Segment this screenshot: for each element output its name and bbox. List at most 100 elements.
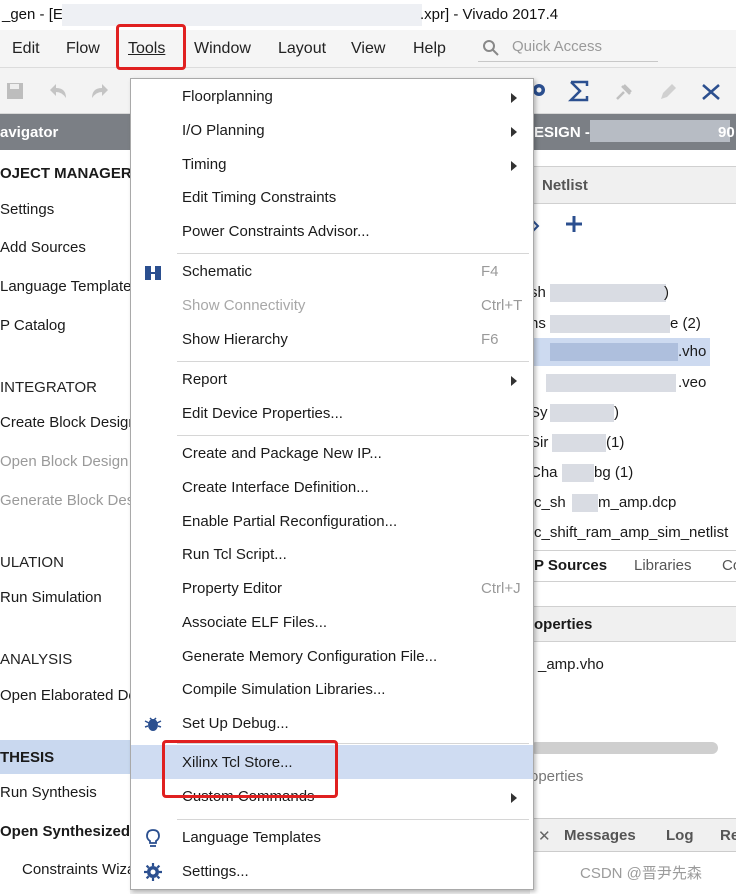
pencil-icon[interactable] <box>658 82 678 102</box>
menu-flow[interactable]: Flow <box>66 40 100 58</box>
nav-item-settings[interactable]: Settings <box>0 201 54 218</box>
menu-edit[interactable]: Edit <box>12 40 40 58</box>
tree-item-6-start[interactable]: Cha <box>530 464 558 481</box>
menu-item-show-connectivity[interactable]: Show Connectivity <box>182 297 305 314</box>
nav-item-run-simulation[interactable]: Run Simulation <box>0 589 102 606</box>
tree-item-selected-redacted <box>550 343 678 361</box>
nav-item-open-block-design[interactable]: Open Block Design <box>0 453 128 470</box>
menu-item-compile-simulation-libraries[interactable]: Compile Simulation Libraries... <box>182 681 385 698</box>
menu-item-edit-timing-constraints[interactable]: Edit Timing Constraints <box>182 189 336 206</box>
menu-window[interactable]: Window <box>194 40 251 58</box>
nav-item-language-templates[interactable]: Language Templates <box>0 278 139 295</box>
menu-view[interactable]: View <box>351 40 385 58</box>
tree-item-6-redacted <box>562 464 594 482</box>
flow-navigator: OJECT MANAGER Settings Add Sources Langu… <box>0 150 184 894</box>
menu-item-property-editor[interactable]: Property Editor <box>182 580 282 597</box>
tab-log[interactable]: Log <box>666 827 694 844</box>
tree-item-7-redacted <box>572 494 598 512</box>
add-icon[interactable] <box>564 214 584 234</box>
tab-messages[interactable]: Messages <box>564 827 636 844</box>
menu-item-create-interface-definition[interactable]: Create Interface Definition... <box>182 479 369 496</box>
tree-item-selected-ext: .vho <box>678 343 707 360</box>
quick-access-search[interactable]: Quick Access <box>478 36 658 62</box>
submenu-arrow-icon <box>511 161 517 171</box>
design-header-suffix: 90 <box>718 124 735 141</box>
menu-item-language-templates[interactable]: Language Templates <box>182 829 321 846</box>
close-tab-icon[interactable]: ✕ <box>538 827 551 845</box>
shortcut-schematic: F4 <box>481 263 499 280</box>
menu-item-floorplanning[interactable]: Floorplanning <box>182 88 273 105</box>
nav-section-simulation: ULATION <box>0 554 64 571</box>
shortcut-property-editor: Ctrl+J <box>481 580 521 597</box>
nav-item-create-block-design[interactable]: Create Block Design <box>0 414 137 431</box>
tree-item-7-end: m_amp.dcp <box>598 494 677 511</box>
nav-section-project-manager: OJECT MANAGER <box>0 165 132 182</box>
menu-item-power-constraints-advisor[interactable]: Power Constraints Advisor... <box>182 223 370 240</box>
tree-item-6-end: bg (1) <box>594 464 634 481</box>
lightbulb-icon <box>146 829 160 847</box>
watermark: CSDN @晋尹先森 <box>580 865 702 882</box>
nav-item-run-synthesis[interactable]: Run Synthesis <box>0 784 97 801</box>
title-redacted <box>62 4 422 26</box>
tree-item-7-start[interactable]: c_sh <box>534 494 566 511</box>
menu-item-show-hierarchy[interactable]: Show Hierarchy <box>182 331 288 348</box>
tab-netlist[interactable]: Netlist <box>542 177 588 194</box>
redo-icon[interactable] <box>90 82 110 100</box>
tab-ip-sources[interactable]: P Sources <box>534 557 607 574</box>
menu-item-schematic[interactable]: Schematic <box>182 263 252 280</box>
navigator-title: avigator <box>0 124 59 141</box>
menu-item-associate-elf-files[interactable]: Associate ELF Files... <box>182 614 327 631</box>
submenu-arrow-icon <box>511 127 517 137</box>
menu-help[interactable]: Help <box>413 40 446 58</box>
menu-item-run-tcl-script[interactable]: Run Tcl Script... <box>182 546 287 563</box>
menu-item-settings[interactable]: Settings... <box>182 863 249 880</box>
tab-reports[interactable]: Re <box>720 827 736 844</box>
annotation-tools-highlight <box>116 24 186 70</box>
menu-separator <box>177 819 529 820</box>
sigma-icon[interactable] <box>568 80 590 102</box>
tree-item-5-redacted <box>552 434 606 452</box>
tab-compile-order[interactable]: Co <box>722 557 736 574</box>
tree-item-8[interactable]: c_shift_ram_amp_sim_netlist <box>534 524 728 541</box>
nav-section-rtl-analysis: ANALYSIS <box>0 651 73 668</box>
properties-footer: operties <box>530 768 584 785</box>
tree-item-3-redacted <box>546 374 676 392</box>
tree-item-3-ext[interactable]: .veo <box>678 374 706 391</box>
shortcut-show-hierarchy: F6 <box>481 331 499 348</box>
menu-item-enable-partial-reconfiguration[interactable]: Enable Partial Reconfiguration... <box>182 513 397 530</box>
properties-header: operties <box>530 606 736 642</box>
search-icon <box>483 40 499 56</box>
submenu-arrow-icon <box>511 793 517 803</box>
schematic-icon <box>145 266 161 280</box>
menu-item-report[interactable]: Report <box>182 371 227 388</box>
menu-item-set-up-debug[interactable]: Set Up Debug... <box>182 715 289 732</box>
submenu-arrow-icon <box>511 93 517 103</box>
title-bar: _gen - [E:/ .xpr] - Vivado 2017.4 <box>0 0 736 30</box>
menu-item-io-planning[interactable]: I/O Planning <box>182 122 265 139</box>
cross-tool-icon[interactable] <box>700 82 722 102</box>
tree-item-0-end: ) <box>664 284 669 301</box>
gear-icon <box>144 863 162 881</box>
save-icon[interactable] <box>6 82 24 100</box>
horizontal-scrollbar[interactable] <box>530 742 718 754</box>
submenu-arrow-icon <box>511 376 517 386</box>
nav-item-ip-catalog[interactable]: P Catalog <box>0 317 66 334</box>
menu-item-create-package-ip[interactable]: Create and Package New IP... <box>182 445 382 462</box>
undo-icon[interactable] <box>48 82 68 100</box>
tab-libraries[interactable]: Libraries <box>634 557 692 574</box>
design-header: ESIGN - s 90 <box>530 114 736 150</box>
annotation-tcl-store-highlight <box>162 740 338 798</box>
properties-title: operties <box>534 616 593 633</box>
menu-separator <box>177 435 529 436</box>
nav-section-ip-integrator: INTEGRATOR <box>0 379 97 396</box>
pin-icon[interactable] <box>614 82 634 102</box>
menu-item-timing[interactable]: Timing <box>182 156 226 173</box>
window-title-right: .xpr] - Vivado 2017.4 <box>420 6 559 23</box>
tree-item-selected[interactable]: .vho <box>530 338 710 366</box>
menu-layout[interactable]: Layout <box>278 40 326 58</box>
nav-section-synthesis: THESIS <box>0 749 55 766</box>
nav-item-add-sources[interactable]: Add Sources <box>0 239 86 256</box>
menu-item-edit-device-properties[interactable]: Edit Device Properties... <box>182 405 343 422</box>
tree-item-1-end: e (2) <box>670 315 701 332</box>
menu-item-generate-memory-config[interactable]: Generate Memory Configuration File... <box>182 648 437 665</box>
